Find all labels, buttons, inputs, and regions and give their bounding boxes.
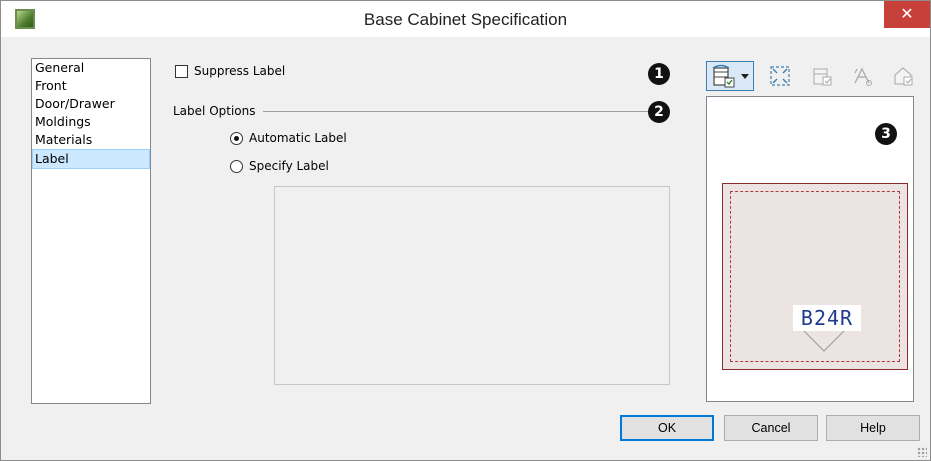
- specify-label-text[interactable]: Specify Label: [249, 159, 329, 173]
- resize-grip-icon[interactable]: [917, 447, 927, 457]
- camera-view-button[interactable]: [849, 63, 875, 89]
- cabinet-preview-pane[interactable]: 3 B24R: [706, 96, 914, 402]
- fill-window-icon: [770, 66, 790, 86]
- automatic-label-text[interactable]: Automatic Label: [249, 131, 347, 145]
- suppress-label-checkbox[interactable]: [175, 65, 188, 78]
- cabinet-label-text: B24R: [793, 305, 861, 331]
- specify-label-textbox[interactable]: [274, 186, 670, 385]
- nav-item-front[interactable]: Front: [32, 77, 150, 95]
- camera-icon: [854, 67, 872, 86]
- perspective-view-icon: [894, 67, 913, 86]
- ok-button[interactable]: OK: [620, 415, 714, 441]
- callout-2-icon: 2: [648, 101, 670, 123]
- perspective-view-button[interactable]: [891, 63, 917, 89]
- dialog-window: Base Cabinet Specification ✕ General Fro…: [0, 0, 931, 461]
- nav-item-materials[interactable]: Materials: [32, 131, 150, 149]
- specify-label-radio[interactable]: [230, 160, 243, 173]
- callout-1-icon: 1: [648, 63, 670, 85]
- cancel-button[interactable]: Cancel: [724, 415, 818, 441]
- label-options-group-title: Label Options: [173, 104, 256, 118]
- cabinet-door-swing-icon: [803, 330, 845, 352]
- fill-window-button[interactable]: [767, 63, 793, 89]
- nav-item-general[interactable]: General: [32, 59, 150, 77]
- cabinet-plan-shape: B24R: [722, 183, 908, 370]
- elevation-view-icon: [813, 68, 832, 86]
- cabinet-view-icon: [712, 64, 735, 88]
- category-list: General Front Door/Drawer Moldings Mater…: [31, 58, 151, 404]
- elevation-view-button[interactable]: [809, 63, 835, 89]
- help-button[interactable]: Help: [826, 415, 920, 441]
- nav-item-label[interactable]: Label: [32, 149, 150, 169]
- automatic-label-radio[interactable]: [230, 132, 243, 145]
- close-button[interactable]: ✕: [884, 1, 930, 28]
- group-divider: [263, 111, 653, 112]
- cabinet-view-dropdown-button[interactable]: [706, 61, 754, 91]
- suppress-label-text[interactable]: Suppress Label: [194, 64, 285, 78]
- callout-3-icon: 3: [875, 123, 897, 145]
- dialog-title: Base Cabinet Specification: [363, 10, 568, 29]
- nav-item-moldings[interactable]: Moldings: [32, 113, 150, 131]
- title-bar[interactable]: Base Cabinet Specification ✕: [1, 1, 930, 37]
- nav-item-door-drawer[interactable]: Door/Drawer: [32, 95, 150, 113]
- chevron-down-icon: [741, 74, 749, 79]
